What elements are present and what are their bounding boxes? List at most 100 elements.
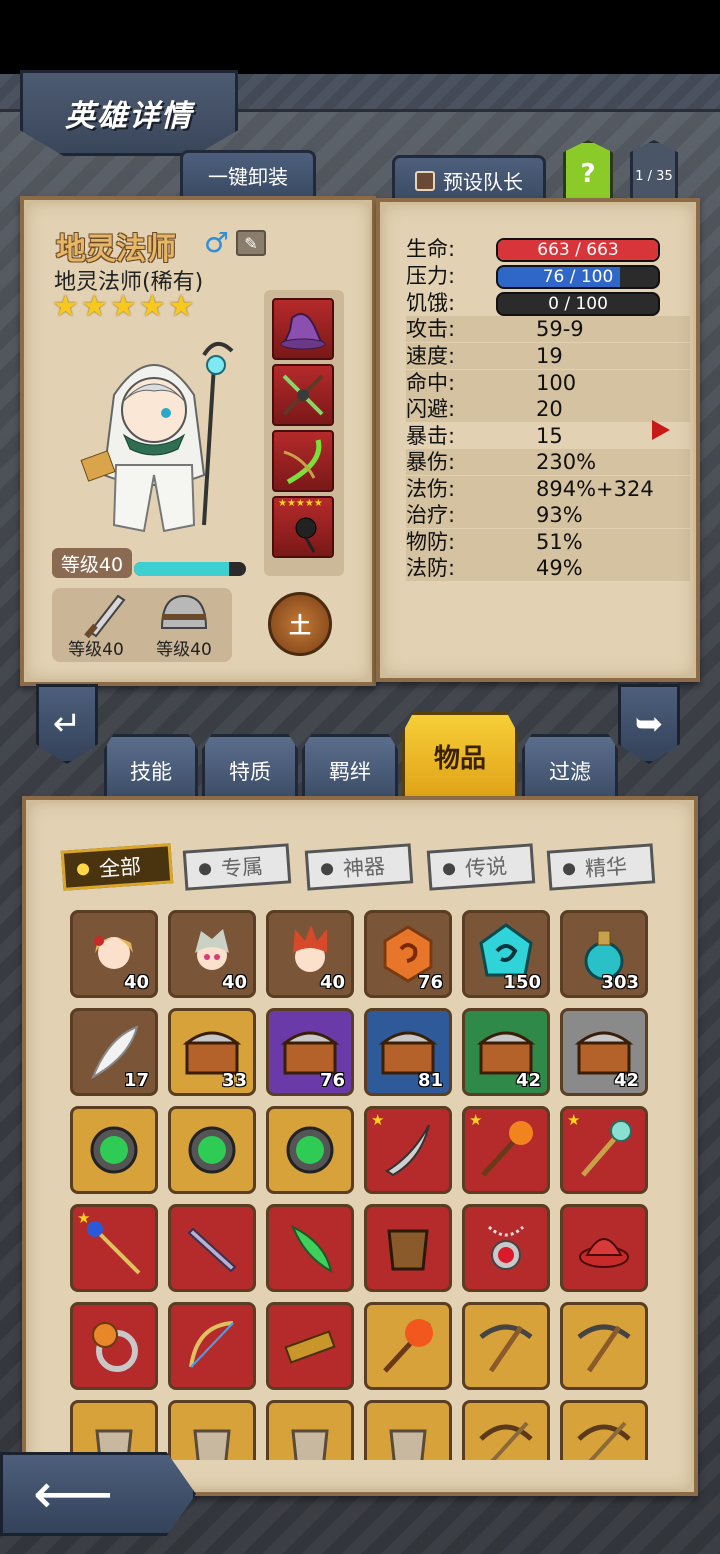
green-bow-icon: [283, 439, 322, 485]
filter-label: 全部: [98, 854, 142, 882]
inventory-item-chest[interactable]: 33: [168, 1008, 256, 1096]
inventory-item-weapon[interactable]: [266, 1302, 354, 1390]
inventory-item-potion[interactable]: 303: [560, 910, 648, 998]
stat-value: 894%+324: [536, 477, 654, 501]
stat-label: 法伤:: [406, 477, 456, 501]
stat-row-stress: 压力: 76 / 100: [406, 263, 690, 289]
golden-gun-icon: [269, 1305, 351, 1387]
equip-slot-weapon[interactable]: [272, 364, 334, 426]
filter-label: 专属: [220, 854, 264, 882]
inventory-item-weapon[interactable]: [266, 1204, 354, 1292]
tab-traits[interactable]: 特质: [202, 734, 298, 796]
inventory-item-weapon[interactable]: ★: [560, 1106, 648, 1194]
filter-dot-icon: [562, 862, 576, 876]
equip-slot-hat[interactable]: [272, 298, 334, 360]
equip-slot-bow[interactable]: [272, 430, 334, 492]
inventory-item-armor[interactable]: [364, 1204, 452, 1292]
inventory-item-crystal[interactable]: 150: [462, 910, 550, 998]
inventory-item-chest[interactable]: 76: [266, 1008, 354, 1096]
inventory-item-armor[interactable]: [168, 1400, 256, 1460]
inventory-item-hero-card[interactable]: 40: [168, 910, 256, 998]
stat-value: 19: [536, 344, 563, 368]
equipment-slots: ★★★★★: [264, 290, 344, 576]
armor-upgrade[interactable]: 等级40: [144, 588, 224, 662]
inventory-item-feather[interactable]: 17: [70, 1008, 158, 1096]
tab-filter[interactable]: 过滤: [522, 734, 618, 796]
inventory-item-armor[interactable]: [364, 1400, 452, 1460]
inventory-item-weapon[interactable]: [560, 1400, 648, 1460]
star-icon: ★: [80, 289, 108, 324]
inventory-item-weapon[interactable]: [168, 1204, 256, 1292]
tab-items[interactable]: 物品: [402, 712, 518, 798]
inventory-item-amulet[interactable]: [462, 1204, 550, 1292]
green-gem-icon: [171, 1109, 253, 1191]
preset-captain-button[interactable]: 预设队长: [392, 155, 546, 203]
tab-skills[interactable]: 技能: [104, 734, 198, 796]
inventory-item-weapon[interactable]: [364, 1302, 452, 1390]
back-button[interactable]: ⟵: [0, 1452, 196, 1536]
stat-label: 闪避:: [406, 397, 456, 421]
greatsword-icon: [171, 1207, 253, 1289]
inventory-item-ring[interactable]: [70, 1302, 158, 1390]
expand-arrow-icon[interactable]: [652, 420, 670, 440]
preset-captain-label: 预设队长: [443, 170, 523, 194]
inventory-item-tool[interactable]: [462, 1302, 550, 1390]
filter-artifact-button[interactable]: 神器: [304, 843, 414, 891]
star-icon: ★: [52, 289, 79, 324]
edit-icon[interactable]: ✎: [236, 230, 266, 256]
stat-row-accuracy: 命中: 100: [406, 370, 690, 396]
equip-slot-relic[interactable]: ★★★★★: [272, 496, 334, 558]
inventory-item-tool[interactable]: [560, 1302, 648, 1390]
pickaxe-icon: [563, 1305, 645, 1387]
inventory-item-rune[interactable]: 76: [364, 910, 452, 998]
curved-blade-icon: [367, 1109, 449, 1191]
inventory-item-gem[interactable]: [266, 1106, 354, 1194]
item-quantity: 303: [601, 972, 639, 993]
helmet-icon: [160, 594, 208, 629]
item-quantity: 150: [503, 972, 541, 993]
help-button[interactable]: ?: [563, 140, 613, 202]
stat-row-hunger: 饥饿: 0 / 100: [406, 290, 690, 316]
inventory-item-chest[interactable]: 42: [462, 1008, 550, 1096]
orb-wand-icon: [73, 1207, 155, 1289]
element-earth-icon[interactable]: 土: [268, 592, 332, 656]
inventory-item-gem[interactable]: [168, 1106, 256, 1194]
hunger-value: 0 / 100: [548, 294, 608, 314]
item-quantity: 33: [221, 1070, 247, 1091]
inventory-item-hero-card[interactable]: 40: [70, 910, 158, 998]
filter-dot-icon: [320, 862, 334, 876]
inventory-item-chest[interactable]: 81: [364, 1008, 452, 1096]
stat-label: 攻击:: [406, 317, 456, 341]
sword-icon: [84, 594, 126, 639]
inventory-item-hero-card[interactable]: 40: [266, 910, 354, 998]
inventory-item-gem[interactable]: [70, 1106, 158, 1194]
inventory-item-hat[interactable]: [560, 1204, 648, 1292]
filter-legend-button[interactable]: 传说: [426, 843, 536, 891]
stat-label: 生命:: [406, 237, 456, 261]
filter-exclusive-button[interactable]: 专属: [182, 843, 292, 891]
stat-value: 59-9: [536, 317, 584, 341]
inventory-item-armor[interactable]: [266, 1400, 354, 1460]
inventory-item-chest[interactable]: 42: [560, 1008, 648, 1096]
inventory-item-weapon[interactable]: [462, 1400, 550, 1460]
tab-bonds[interactable]: 羁绊: [302, 734, 398, 796]
inventory-grid: 40 40 40 76 150 303 17 33 76 81 42 42 ★ …: [70, 910, 660, 1460]
inventory-item-weapon[interactable]: [168, 1302, 256, 1390]
inventory-item-armor[interactable]: [70, 1400, 158, 1460]
filter-essence-button[interactable]: 精华: [546, 843, 656, 891]
filter-label: 传说: [464, 854, 508, 882]
hero-page-indicator: 1 / 35: [630, 140, 678, 202]
filter-all-button[interactable]: 全部: [60, 843, 174, 891]
filter-label: 神器: [342, 854, 386, 882]
unequip-all-button[interactable]: 一键卸装: [180, 150, 316, 198]
hero-portrait[interactable]: [54, 325, 254, 545]
weapon-upgrade[interactable]: 等级40: [56, 588, 136, 662]
inventory-item-weapon[interactable]: ★: [462, 1106, 550, 1194]
inventory-item-weapon[interactable]: ★: [364, 1106, 452, 1194]
preset-captain-checkbox[interactable]: [415, 170, 435, 191]
stat-value: 51%: [536, 530, 583, 554]
hero-level: 等级40: [52, 548, 132, 578]
title-plate: 英雄详情: [20, 70, 238, 156]
male-icon: ♂: [204, 226, 230, 259]
inventory-item-weapon[interactable]: ★: [70, 1204, 158, 1292]
